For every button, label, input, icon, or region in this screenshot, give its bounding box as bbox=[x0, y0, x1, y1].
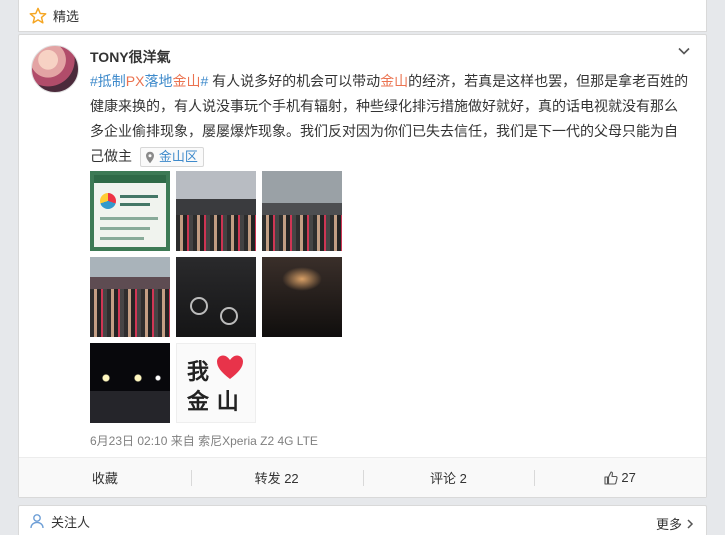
followers-title: 关注人 bbox=[51, 514, 91, 530]
post-text-segment: 有人说多好的机会可以带动 bbox=[208, 73, 381, 89]
more-link[interactable]: 更多 bbox=[656, 514, 694, 533]
featured-header: 精选 bbox=[18, 0, 707, 32]
person-icon bbox=[30, 514, 44, 529]
heart-icon bbox=[217, 355, 243, 379]
post-time[interactable]: 6月23日 02:10 bbox=[90, 434, 167, 448]
post-text: #抵制PX落地金山# 有人说多好的机会可以带动金山的经济，若真是这样也罢，但那是… bbox=[90, 69, 690, 169]
favorite-button[interactable]: 收藏 bbox=[19, 458, 191, 497]
post-image-5[interactable] bbox=[176, 257, 256, 337]
keyword-link[interactable]: 金山 bbox=[380, 73, 408, 89]
post-image-4[interactable] bbox=[90, 257, 170, 337]
star-icon bbox=[29, 7, 47, 24]
chevron-down-icon[interactable] bbox=[676, 43, 692, 59]
action-bar: 收藏 转发 22 评论 2 27 bbox=[19, 457, 706, 497]
like-button[interactable]: 27 bbox=[534, 458, 706, 497]
thumbs-up-icon bbox=[604, 470, 618, 485]
location-label: 金山区 bbox=[158, 149, 198, 165]
post-image-7[interactable] bbox=[90, 343, 170, 423]
post-image-2[interactable] bbox=[176, 171, 256, 251]
comment-button[interactable]: 评论 2 bbox=[362, 458, 535, 497]
header-title: 精选 bbox=[53, 9, 80, 24]
author-name[interactable]: TONY很洋氣 bbox=[90, 47, 171, 67]
chevron-right-icon bbox=[687, 518, 694, 529]
post-source[interactable]: 索尼Xperia Z2 4G LTE bbox=[198, 434, 318, 448]
post-image-3[interactable] bbox=[262, 171, 342, 251]
avatar[interactable] bbox=[31, 45, 79, 93]
followers-panel: 关注人 更多 bbox=[18, 505, 707, 535]
image-text-jinshan: 金 山 bbox=[187, 390, 239, 415]
image-text-wo: 我 bbox=[187, 360, 210, 385]
post-meta: 6月23日 02:10 来自 索尼Xperia Z2 4G LTE bbox=[90, 432, 318, 449]
weibo-post-card: TONY很洋氣 #抵制PX落地金山# 有人说多好的机会可以带动金山的经济，若真是… bbox=[18, 34, 707, 498]
topic-tag[interactable]: #抵制 bbox=[90, 73, 126, 89]
location-pin-icon bbox=[145, 151, 154, 163]
post-image-6[interactable] bbox=[262, 257, 342, 337]
topic-tag[interactable]: 落地 bbox=[144, 73, 172, 89]
location-tag[interactable]: 金山区 bbox=[139, 147, 204, 168]
post-image-8[interactable]: 我 金 山 bbox=[176, 343, 256, 423]
post-image-1[interactable] bbox=[90, 171, 170, 251]
source-prefix: 来自 bbox=[170, 434, 195, 448]
keyword-link[interactable]: PX bbox=[126, 73, 145, 89]
repost-button[interactable]: 转发 22 bbox=[190, 458, 363, 497]
keyword-link[interactable]: 金山 bbox=[172, 73, 200, 89]
